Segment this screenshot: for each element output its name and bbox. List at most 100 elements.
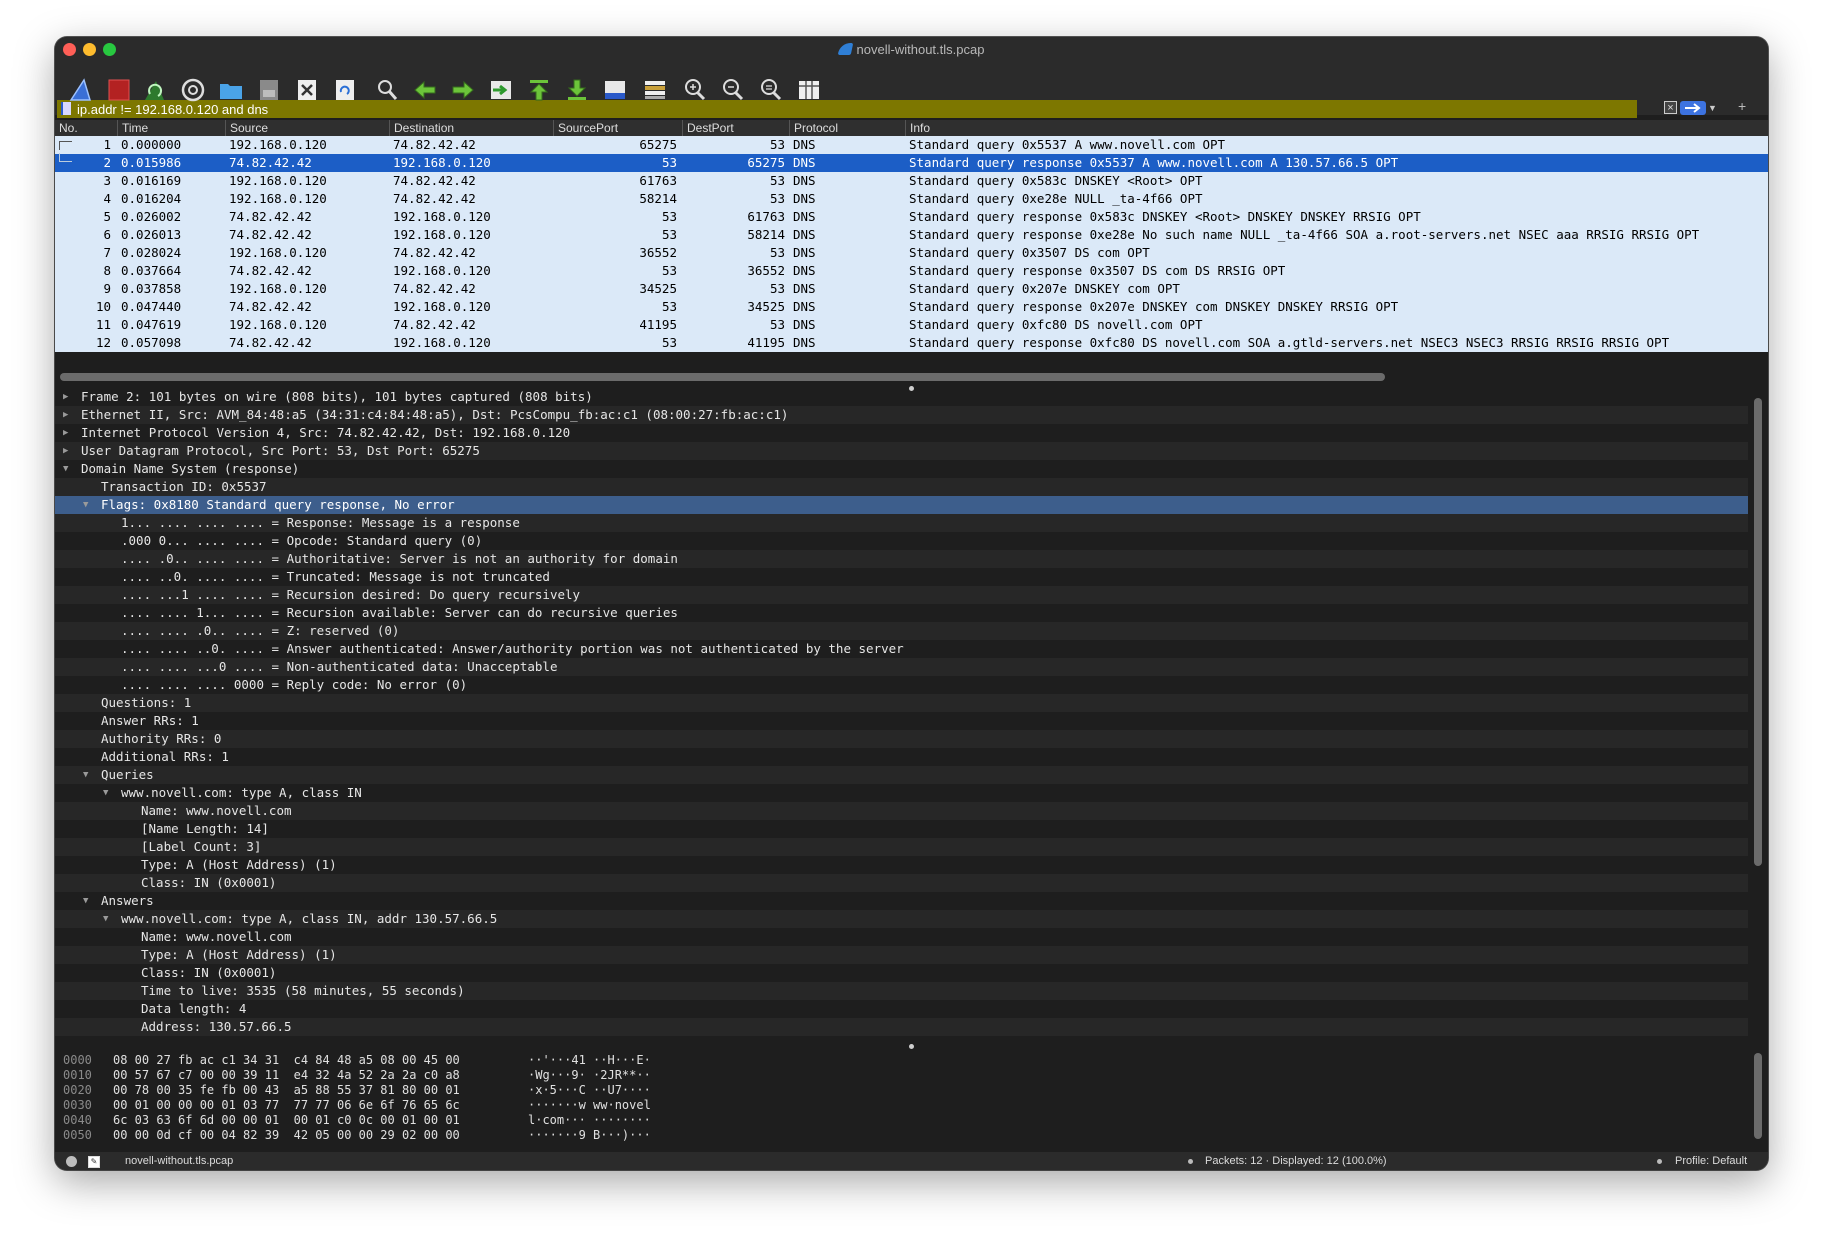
packet-row[interactable]: 7 0.028024 192.168.0.120 74.82.42.42 36552 53…	[55, 244, 1768, 262]
collapsed-triangle-icon[interactable]: ▶	[63, 406, 75, 424]
detail-line[interactable]: Additional RRs: 1	[55, 748, 1748, 766]
packet-row[interactable]: 9 0.037858 192.168.0.120 74.82.42.42 34525 53…	[55, 280, 1768, 298]
detail-line[interactable]: Type: A (Host Address) (1)	[55, 856, 1748, 874]
zoom-in-icon[interactable]	[681, 76, 709, 104]
status-profile[interactable]: Profile: Default	[1675, 1152, 1747, 1170]
detail-line[interactable]: Name: www.novell.com	[55, 928, 1748, 946]
detail-line[interactable]: Class: IN (0x0001)	[55, 874, 1748, 892]
detail-line[interactable]: Transaction ID: 0x5537	[55, 478, 1748, 496]
column-header-destport[interactable]: DestPort	[682, 120, 789, 136]
detail-line[interactable]: .... .... 1... .... = Recursion availabl…	[55, 604, 1748, 622]
hex-dump-line[interactable]: 0010 00 57 67 c7 00 00 39 11 e4 32 4a 52 …	[63, 1068, 651, 1083]
detail-line[interactable]: Name: www.novell.com	[55, 802, 1748, 820]
collapsed-triangle-icon[interactable]: ▶	[63, 388, 75, 406]
detail-line[interactable]: ▼ Answers	[55, 892, 1748, 910]
detail-line[interactable]: Address: 130.57.66.5	[55, 1018, 1748, 1036]
packet-row[interactable]: 5 0.026002 74.82.42.42 192.168.0.120 53 61763…	[55, 208, 1768, 226]
detail-line[interactable]: Questions: 1	[55, 694, 1748, 712]
detail-line[interactable]: ▼ Flags: 0x8180 Standard query response, …	[55, 496, 1748, 514]
detail-line[interactable]: Answer RRs: 1	[55, 712, 1748, 730]
packet-details-tree[interactable]: ▶ Frame 2: 101 bytes on wire (808 bits), …	[55, 388, 1748, 1048]
first-packet-icon[interactable]	[525, 76, 553, 104]
packet-row[interactable]: 11 0.047619 192.168.0.120 74.82.42.42 41195 5…	[55, 316, 1768, 334]
open-file-icon[interactable]	[217, 76, 245, 104]
go-to-packet-icon[interactable]	[487, 76, 515, 104]
close-file-icon[interactable]	[293, 76, 321, 104]
expanded-triangle-icon[interactable]: ▼	[103, 784, 115, 802]
detail-line[interactable]: ▶ Internet Protocol Version 4, Src: 74.82…	[55, 424, 1748, 442]
column-header-protocol[interactable]: Protocol	[789, 120, 905, 136]
capture-options-icon[interactable]	[179, 76, 207, 104]
detail-line[interactable]: .... ..0. .... .... = Truncated: Message…	[55, 568, 1748, 586]
detail-line[interactable]: Authority RRs: 0	[55, 730, 1748, 748]
expanded-triangle-icon[interactable]: ▼	[63, 460, 75, 478]
hex-dump-line[interactable]: 0000 08 00 27 fb ac c1 34 31 c4 84 48 a5 …	[63, 1053, 651, 1068]
zoom-out-icon[interactable]	[719, 76, 747, 104]
column-header-source[interactable]: Source	[225, 120, 389, 136]
zoom-reset-icon[interactable]	[757, 76, 785, 104]
packet-row[interactable]: 10 0.047440 74.82.42.42 192.168.0.120 53 3452…	[55, 298, 1768, 316]
detail-line[interactable]: [Label Count: 3]	[55, 838, 1748, 856]
detail-line[interactable]: .... .... .... 0000 = Reply code: No err…	[55, 676, 1748, 694]
detail-line[interactable]: ▶ Ethernet II, Src: AVM_84:48:a5 (34:31:c…	[55, 406, 1748, 424]
detail-line[interactable]: Data length: 4	[55, 1000, 1748, 1018]
detail-line[interactable]: ▼ www.novell.com: type A, class IN, addr …	[55, 910, 1748, 928]
detail-line[interactable]: Type: A (Host Address) (1)	[55, 946, 1748, 964]
packet-list-horizontal-scrollbar[interactable]	[60, 373, 1385, 381]
detail-line[interactable]: [Name Length: 14]	[55, 820, 1748, 838]
detail-line[interactable]: Time to live: 3535 (58 minutes, 55 secon…	[55, 982, 1748, 1000]
detail-line[interactable]: .... ...1 .... .... = Recursion desired:…	[55, 586, 1748, 604]
column-header-destination[interactable]: Destination	[389, 120, 553, 136]
hex-dump-line[interactable]: 0050 00 00 0d cf 00 04 82 39 42 05 00 00 …	[63, 1128, 651, 1143]
start-capture-icon[interactable]	[67, 76, 95, 104]
filter-dropdown-icon[interactable]: ▼	[1708, 101, 1720, 115]
go-back-icon[interactable]	[411, 76, 439, 104]
packet-row[interactable]: 4 0.016204 192.168.0.120 74.82.42.42 58214 53…	[55, 190, 1768, 208]
column-header-sourceport[interactable]: SourcePort	[553, 120, 682, 136]
packet-row[interactable]: 12 0.057098 74.82.42.42 192.168.0.120 53 4119…	[55, 334, 1768, 352]
detail-line[interactable]: ▼ Queries	[55, 766, 1748, 784]
packet-bytes-pane[interactable]: 0000 08 00 27 fb ac c1 34 31 c4 84 48 a5 …	[55, 1049, 1748, 1153]
detail-line[interactable]: .... .... ...0 .... = Non-authenticated …	[55, 658, 1748, 676]
detail-line[interactable]: .... .... ..0. .... = Answer authenticat…	[55, 640, 1748, 658]
column-header-time[interactable]: Time	[117, 120, 225, 136]
detail-line[interactable]: .... .... .0.. .... = Z: reserved (0)	[55, 622, 1748, 640]
restart-capture-icon[interactable]	[141, 76, 169, 104]
find-packet-icon[interactable]	[373, 76, 401, 104]
detail-line[interactable]: ▼ Domain Name System (response)	[55, 460, 1748, 478]
capture-comment-icon[interactable]: ✎	[88, 1156, 100, 1168]
packet-list[interactable]: 1 0.000000 192.168.0.120 74.82.42.42 65275 53…	[55, 136, 1768, 352]
hex-dump-line[interactable]: 0020 00 78 00 35 fe fb 00 43 a5 88 55 37 …	[63, 1083, 651, 1098]
detail-line[interactable]: ▶ User Datagram Protocol, Src Port: 53, D…	[55, 442, 1748, 460]
last-packet-icon[interactable]	[563, 76, 591, 104]
column-header-info[interactable]: Info	[905, 120, 1768, 136]
resize-columns-icon[interactable]	[795, 76, 823, 104]
packet-row[interactable]: 6 0.026013 74.82.42.42 192.168.0.120 53 58214…	[55, 226, 1768, 244]
packet-row[interactable]: 3 0.016169 192.168.0.120 74.82.42.42 61763 53…	[55, 172, 1768, 190]
colorize-icon[interactable]	[641, 76, 669, 104]
hex-dump-line[interactable]: 0040 6c 03 63 6f 6d 00 00 01 00 01 c0 0c …	[63, 1113, 651, 1128]
detail-line[interactable]: .000 0... .... .... = Opcode: Standard q…	[55, 532, 1748, 550]
expert-info-icon[interactable]	[66, 1156, 77, 1167]
expanded-triangle-icon[interactable]: ▼	[83, 892, 95, 910]
detail-line[interactable]: ▶ Frame 2: 101 bytes on wire (808 bits), …	[55, 388, 1748, 406]
details-vertical-scrollbar[interactable]	[1754, 398, 1762, 866]
hex-dump-line[interactable]: 0030 00 01 00 00 00 01 03 77 77 77 06 6e …	[63, 1098, 651, 1113]
detail-line[interactable]: .... .0.. .... .... = Authoritative: Ser…	[55, 550, 1748, 568]
expanded-triangle-icon[interactable]: ▼	[83, 496, 95, 514]
collapsed-triangle-icon[interactable]: ▶	[63, 442, 75, 460]
reload-file-icon[interactable]	[331, 76, 359, 104]
stop-capture-icon[interactable]	[105, 76, 133, 104]
clear-filter-icon[interactable]: ×	[1664, 101, 1677, 114]
auto-scroll-icon[interactable]	[601, 76, 629, 104]
detail-line[interactable]: 1... .... .... .... = Response: Message …	[55, 514, 1748, 532]
detail-line[interactable]: ▼ www.novell.com: type A, class IN	[55, 784, 1748, 802]
packet-row[interactable]: 2 0.015986 74.82.42.42 192.168.0.120 53 65275…	[55, 154, 1768, 172]
add-filter-button-icon[interactable]: +	[1738, 98, 1746, 114]
go-forward-icon[interactable]	[449, 76, 477, 104]
save-file-icon[interactable]	[255, 76, 283, 104]
detail-line[interactable]: Class: IN (0x0001)	[55, 964, 1748, 982]
collapsed-triangle-icon[interactable]: ▶	[63, 424, 75, 442]
column-header-no[interactable]: No.	[55, 120, 117, 136]
bytes-vertical-scrollbar[interactable]	[1754, 1053, 1762, 1139]
